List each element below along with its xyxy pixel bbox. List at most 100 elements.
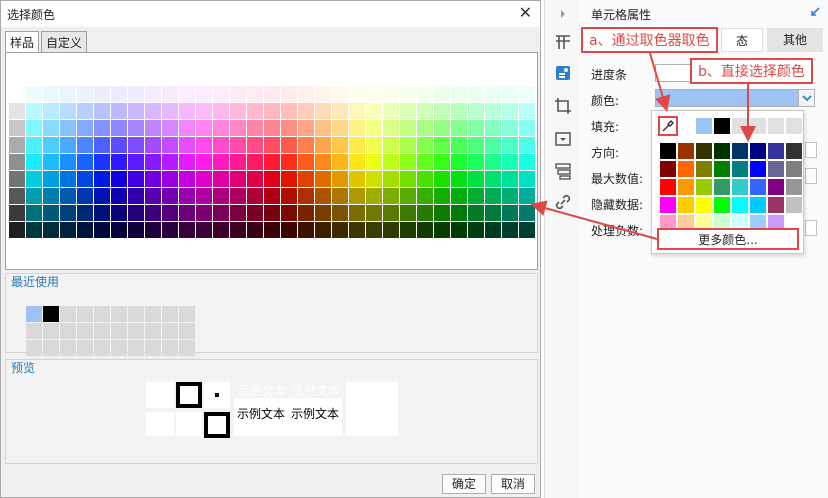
color-swatch[interactable]: [264, 188, 280, 204]
recent-swatch[interactable]: [77, 340, 93, 356]
color-swatch[interactable]: [366, 103, 382, 119]
color-swatch[interactable]: [179, 86, 195, 102]
color-swatch[interactable]: [77, 205, 93, 221]
color-swatch[interactable]: [519, 171, 535, 187]
color-swatch[interactable]: [349, 188, 365, 204]
color-swatch[interactable]: [417, 188, 433, 204]
color-swatch[interactable]: [128, 137, 144, 153]
color-swatch[interactable]: [162, 154, 178, 170]
color-swatch[interactable]: [77, 137, 93, 153]
color-swatch[interactable]: [519, 222, 535, 238]
color-swatch[interactable]: [94, 137, 110, 153]
color-swatch[interactable]: [264, 222, 280, 238]
color-swatch[interactable]: [230, 137, 246, 153]
color-swatch[interactable]: [349, 222, 365, 238]
color-swatch[interactable]: [264, 205, 280, 221]
color-swatch[interactable]: [247, 103, 263, 119]
color-swatch[interactable]: [400, 205, 416, 221]
negative-stepper[interactable]: [805, 220, 817, 236]
recent-swatch[interactable]: [111, 306, 127, 322]
color-swatch[interactable]: [349, 171, 365, 187]
popup-color-swatch[interactable]: [750, 197, 766, 213]
color-swatch[interactable]: [94, 205, 110, 221]
color-swatch[interactable]: [451, 222, 467, 238]
recent-swatch[interactable]: [60, 323, 76, 339]
color-swatch[interactable]: [502, 120, 518, 136]
color-swatch[interactable]: [281, 154, 297, 170]
color-swatch[interactable]: [213, 205, 229, 221]
popup-color-swatch[interactable]: [678, 161, 694, 177]
color-swatch[interactable]: [519, 137, 535, 153]
color-swatch[interactable]: [179, 137, 195, 153]
color-swatch[interactable]: [230, 103, 246, 119]
color-swatch[interactable]: [94, 86, 110, 102]
color-swatch[interactable]: [366, 171, 382, 187]
color-swatch[interactable]: [281, 86, 297, 102]
color-swatch[interactable]: [349, 137, 365, 153]
color-swatch[interactable]: [230, 86, 246, 102]
color-swatch[interactable]: [264, 86, 280, 102]
popup-color-swatch[interactable]: [660, 197, 676, 213]
color-swatch[interactable]: [332, 137, 348, 153]
color-swatch[interactable]: [26, 205, 42, 221]
color-swatch[interactable]: [196, 171, 212, 187]
recent-swatch[interactable]: [145, 306, 161, 322]
color-swatch[interactable]: [43, 86, 59, 102]
color-swatch[interactable]: [349, 103, 365, 119]
color-swatch[interactable]: [298, 137, 314, 153]
recent-swatch[interactable]: [26, 306, 42, 322]
popup-recent-swatch[interactable]: [750, 118, 766, 134]
popup-color-swatch[interactable]: [786, 161, 802, 177]
color-swatch[interactable]: [9, 120, 25, 136]
recent-swatch[interactable]: [111, 340, 127, 356]
color-swatch[interactable]: [179, 222, 195, 238]
recent-swatch[interactable]: [26, 340, 42, 356]
color-swatch[interactable]: [145, 205, 161, 221]
color-swatch[interactable]: [60, 205, 76, 221]
popup-color-swatch[interactable]: [714, 143, 730, 159]
color-swatch[interactable]: [434, 103, 450, 119]
color-swatch[interactable]: [60, 86, 76, 102]
tab-state[interactable]: 态: [721, 28, 763, 52]
color-swatch[interactable]: [400, 86, 416, 102]
color-swatch[interactable]: [196, 205, 212, 221]
color-swatch[interactable]: [196, 120, 212, 136]
color-swatch[interactable]: [468, 205, 484, 221]
color-swatch[interactable]: [230, 188, 246, 204]
color-swatch[interactable]: [400, 120, 416, 136]
color-swatch[interactable]: [298, 103, 314, 119]
color-swatch[interactable]: [179, 103, 195, 119]
color-swatch[interactable]: [400, 103, 416, 119]
color-swatch[interactable]: [128, 86, 144, 102]
color-swatch[interactable]: [281, 120, 297, 136]
color-swatch[interactable]: [315, 86, 331, 102]
color-swatch[interactable]: [298, 120, 314, 136]
color-swatch[interactable]: [128, 205, 144, 221]
color-swatch[interactable]: [298, 86, 314, 102]
color-swatch[interactable]: [434, 171, 450, 187]
color-swatch[interactable]: [77, 171, 93, 187]
color-swatch[interactable]: [179, 205, 195, 221]
color-swatch[interactable]: [298, 222, 314, 238]
color-swatch[interactable]: [349, 205, 365, 221]
recent-swatch[interactable]: [94, 340, 110, 356]
popup-color-swatch[interactable]: [678, 179, 694, 195]
color-swatch[interactable]: [60, 222, 76, 238]
popup-color-swatch[interactable]: [678, 143, 694, 159]
max-value-stepper[interactable]: [805, 168, 817, 184]
color-swatch[interactable]: [264, 137, 280, 153]
color-swatch[interactable]: [145, 137, 161, 153]
color-swatch[interactable]: [43, 171, 59, 187]
color-swatch[interactable]: [162, 103, 178, 119]
tab-custom[interactable]: 自定义: [41, 31, 88, 52]
color-swatch[interactable]: [213, 120, 229, 136]
recent-swatch[interactable]: [26, 323, 42, 339]
color-swatch[interactable]: [213, 171, 229, 187]
color-swatch[interactable]: [77, 188, 93, 204]
color-swatch[interactable]: [94, 120, 110, 136]
color-swatch[interactable]: [332, 205, 348, 221]
color-swatch[interactable]: [434, 86, 450, 102]
tab-samples[interactable]: 样品: [5, 31, 40, 53]
color-swatch[interactable]: [94, 103, 110, 119]
popup-color-swatch[interactable]: [768, 179, 784, 195]
